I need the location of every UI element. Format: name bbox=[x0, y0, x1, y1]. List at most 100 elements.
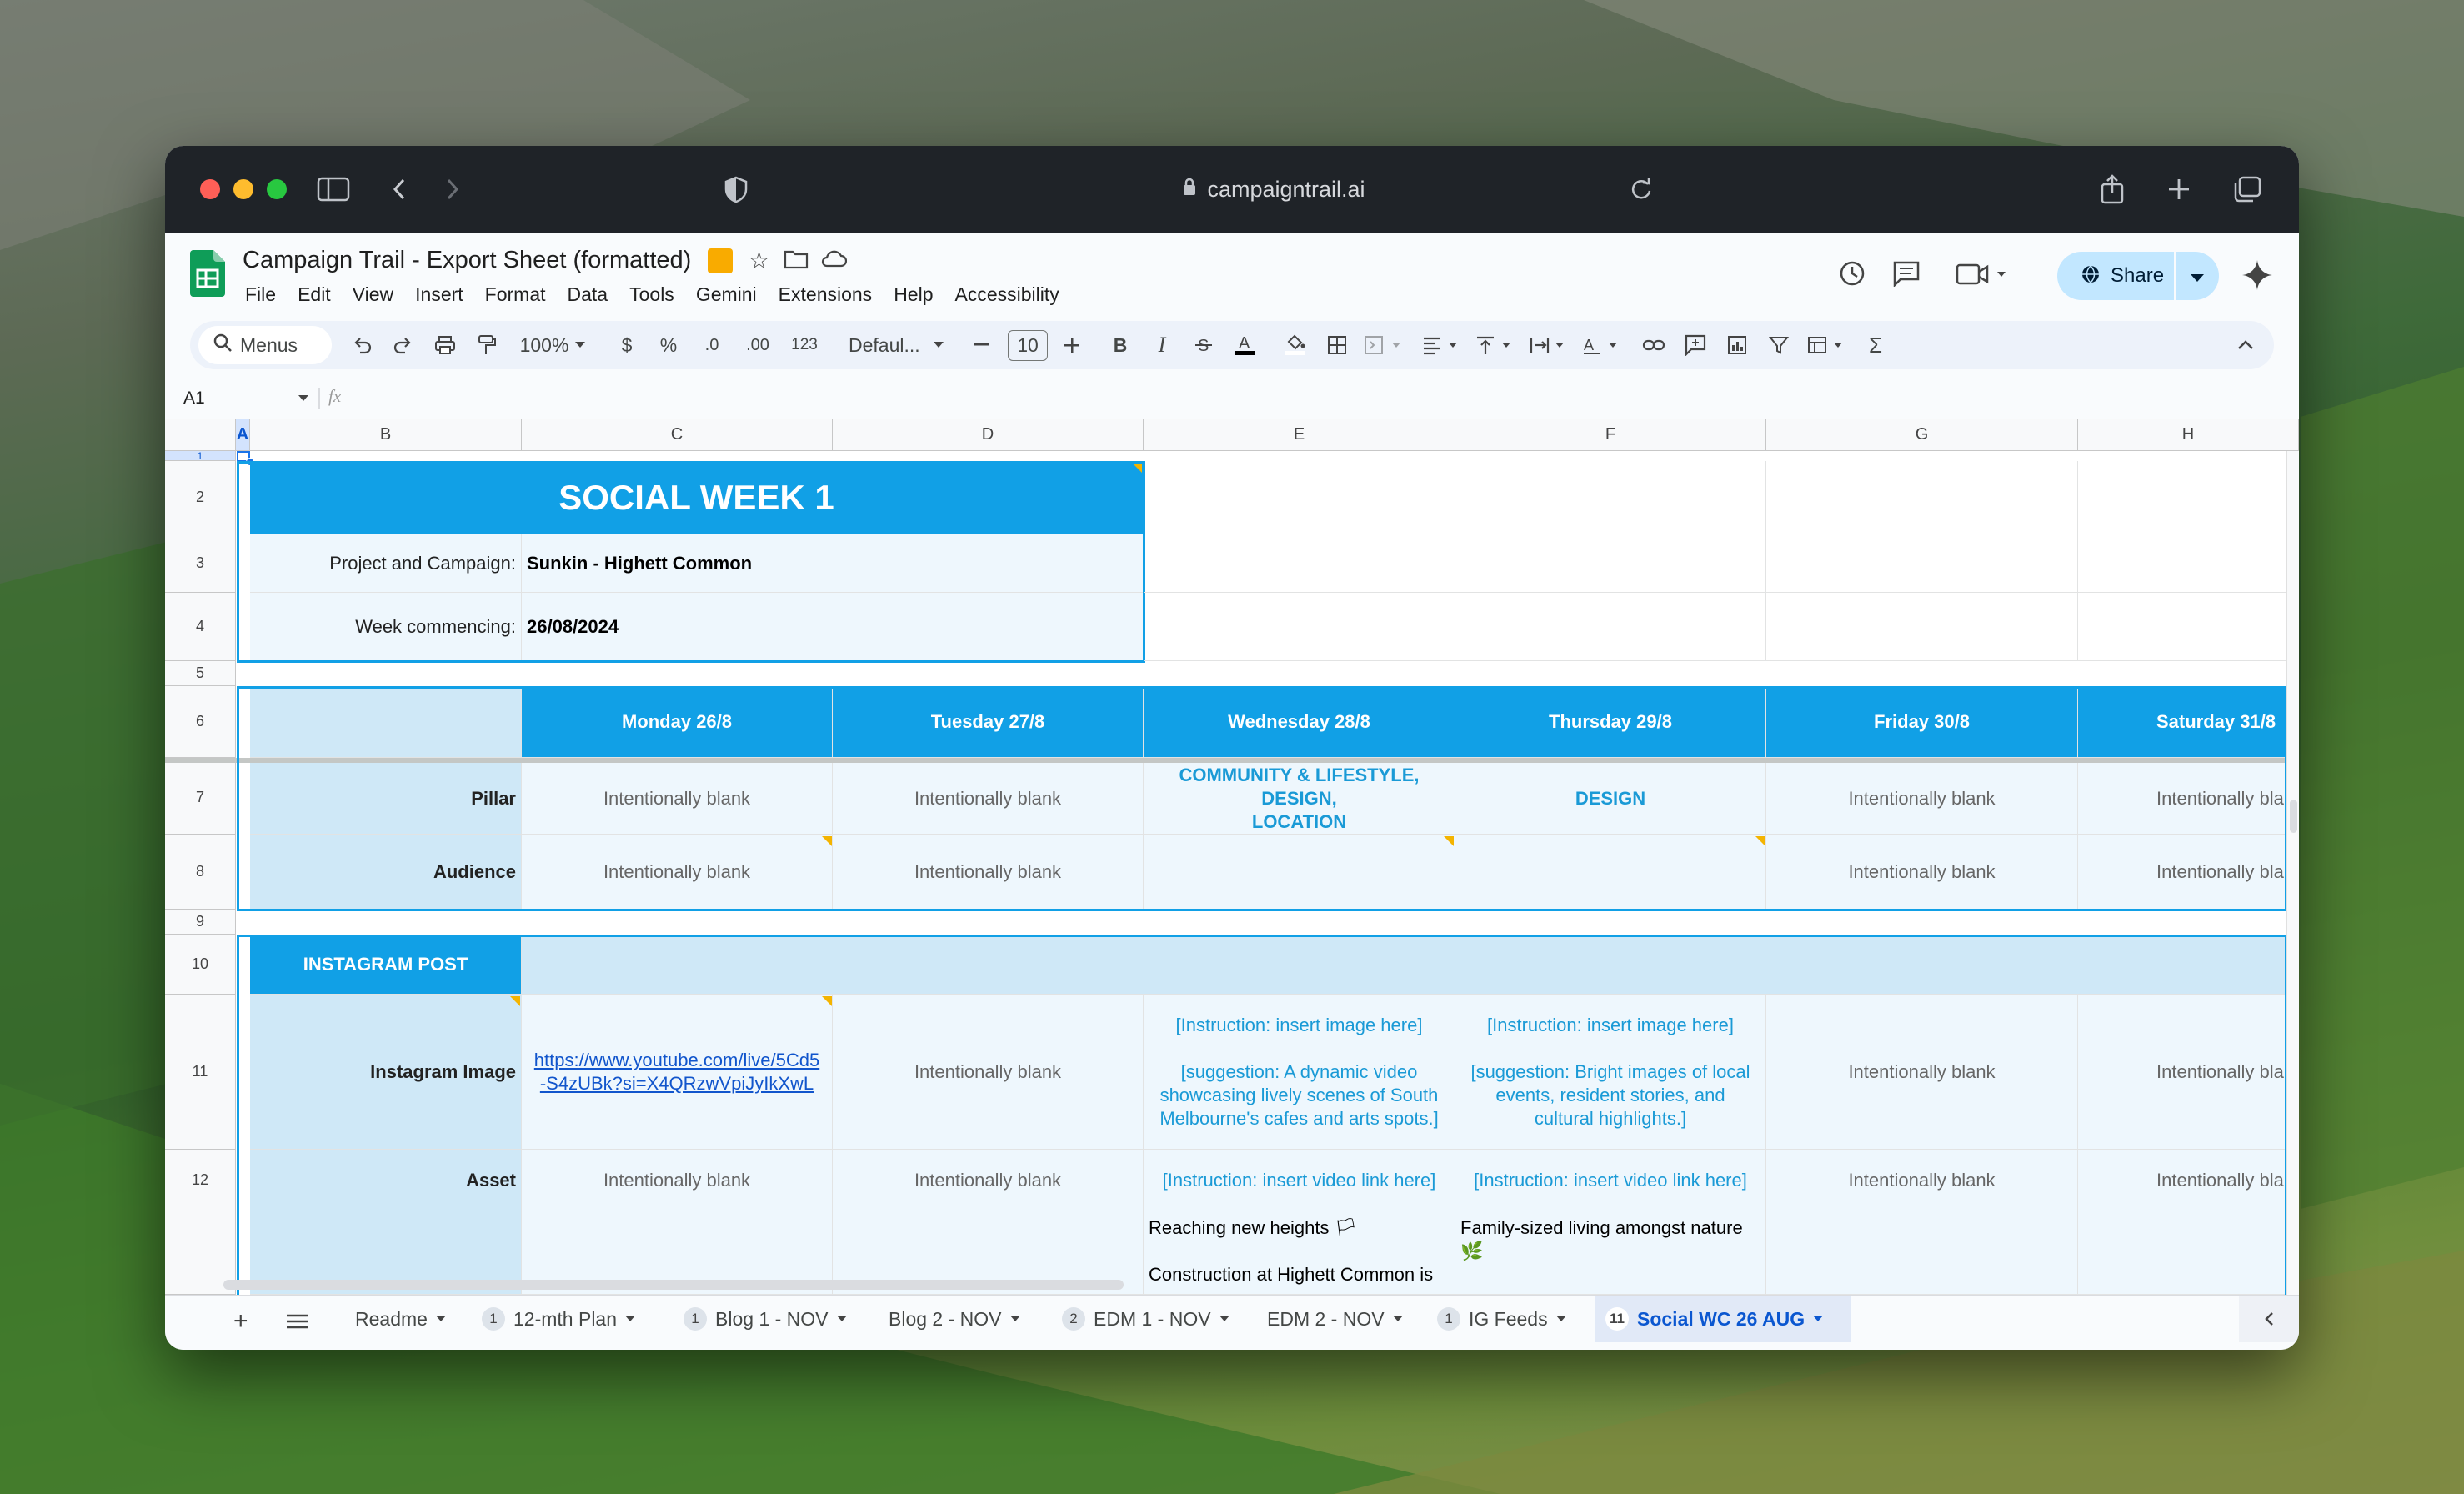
functions-icon[interactable]: Σ bbox=[1859, 321, 1892, 369]
column-header-a[interactable]: A bbox=[236, 419, 250, 451]
tab-overview-icon[interactable] bbox=[2231, 169, 2264, 209]
sheet-tab-blog-2-nov[interactable]: Blog 2 - NOV bbox=[889, 1296, 1020, 1342]
vertical-scrollbar[interactable] bbox=[2286, 451, 2299, 1295]
cell-h3[interactable] bbox=[2078, 534, 2286, 593]
menu-tools[interactable]: Tools bbox=[629, 283, 674, 306]
menu-format[interactable]: Format bbox=[485, 283, 546, 306]
menu-help[interactable]: Help bbox=[894, 283, 933, 306]
star-icon[interactable]: ☆ bbox=[749, 247, 769, 274]
cell-g2[interactable] bbox=[1766, 461, 2078, 534]
select-all-corner[interactable] bbox=[165, 419, 236, 451]
minimize-window-button[interactable] bbox=[233, 179, 253, 199]
sidebar-toggle-icon[interactable] bbox=[315, 169, 352, 209]
day-header-blank[interactable] bbox=[250, 686, 522, 758]
audience-label[interactable]: Audience bbox=[250, 835, 522, 910]
font-size-decrease-icon[interactable] bbox=[967, 321, 997, 369]
sheet-tab-blog-1-nov[interactable]: 1 Blog 1 - NOV bbox=[684, 1296, 847, 1342]
project-value[interactable]: Sunkin - Highett Common bbox=[522, 534, 1144, 593]
row-header-6[interactable]: 6 bbox=[165, 686, 236, 758]
merge-cells-icon[interactable] bbox=[1360, 321, 1407, 369]
sheet-tab-edm-1-nov[interactable]: 2 EDM 1 - NOV bbox=[1062, 1296, 1229, 1342]
move-folder-icon[interactable] bbox=[784, 248, 809, 274]
asset-label[interactable]: Asset bbox=[250, 1150, 522, 1211]
pillar-wednesday[interactable]: COMMUNITY & LIFESTYLE, DESIGN, LOCATION bbox=[1144, 763, 1455, 835]
menu-data[interactable]: Data bbox=[568, 283, 608, 306]
name-box[interactable]: A1 bbox=[183, 386, 308, 411]
menu-extensions[interactable]: Extensions bbox=[779, 283, 873, 306]
column-header-f[interactable]: F bbox=[1455, 419, 1766, 451]
collapse-toolbar-icon[interactable] bbox=[2229, 321, 2262, 369]
close-window-button[interactable] bbox=[200, 179, 220, 199]
audience-saturday[interactable]: Intentionally blank bbox=[2078, 835, 2286, 910]
instagram-image-saturday[interactable]: Intentionally blank bbox=[2078, 995, 2286, 1150]
row-header-2[interactable]: 2 bbox=[165, 461, 236, 534]
column-header-d[interactable]: D bbox=[833, 419, 1144, 451]
instagram-post-band[interactable] bbox=[522, 935, 2286, 995]
reload-icon[interactable] bbox=[1627, 169, 1655, 209]
cell-g4[interactable] bbox=[1766, 593, 2078, 661]
cell-f4[interactable] bbox=[1455, 593, 1766, 661]
new-tab-icon[interactable] bbox=[2164, 169, 2194, 209]
cell-h4[interactable] bbox=[2078, 593, 2286, 661]
filter-icon[interactable] bbox=[1762, 321, 1795, 369]
row-header-5[interactable]: 5 bbox=[165, 661, 236, 686]
menu-insert[interactable]: Insert bbox=[415, 283, 463, 306]
audience-monday[interactable]: Intentionally blank bbox=[522, 835, 833, 910]
asset-friday[interactable]: Intentionally blank bbox=[1766, 1150, 2078, 1211]
cell-f2[interactable] bbox=[1455, 461, 1766, 534]
increase-decimal-button[interactable]: .00 bbox=[737, 321, 779, 369]
version-history-icon[interactable] bbox=[1837, 258, 1867, 293]
forward-icon[interactable] bbox=[440, 169, 465, 209]
comments-icon[interactable] bbox=[1892, 260, 1921, 291]
day-header-thursday[interactable]: Thursday 29/8 bbox=[1455, 686, 1766, 758]
instagram-image-label[interactable]: Instagram Image bbox=[250, 995, 522, 1150]
day-header-friday[interactable]: Friday 30/8 bbox=[1766, 686, 2078, 758]
day-header-saturday[interactable]: Saturday 31/8 bbox=[2078, 686, 2286, 758]
vertical-scroll-thumb[interactable] bbox=[2290, 800, 2297, 833]
asset-tuesday[interactable]: Intentionally blank bbox=[833, 1150, 1144, 1211]
sheet-tab-readme[interactable]: Readme bbox=[355, 1296, 446, 1342]
column-header-g[interactable]: G bbox=[1766, 419, 2078, 451]
cell-f3[interactable] bbox=[1455, 534, 1766, 593]
search-menus-input[interactable]: Menus bbox=[198, 326, 332, 364]
week-value[interactable]: 26/08/2024 bbox=[522, 593, 1144, 661]
sheet-explorer-icon[interactable] bbox=[2239, 1296, 2299, 1342]
horizontal-scroll-thumb[interactable] bbox=[223, 1280, 1124, 1290]
audience-thursday[interactable] bbox=[1455, 835, 1766, 910]
cell-e3[interactable] bbox=[1144, 534, 1455, 593]
formula-input[interactable] bbox=[365, 384, 2274, 413]
font-select[interactable]: Defaul... bbox=[839, 321, 955, 369]
italic-button[interactable]: I bbox=[1145, 321, 1179, 369]
address-bar[interactable]: campaigntrail.ai bbox=[1136, 171, 1411, 208]
cell-h2[interactable] bbox=[2078, 461, 2286, 534]
row-header-10[interactable]: 10 bbox=[165, 935, 236, 995]
insert-chart-icon[interactable] bbox=[1720, 321, 1754, 369]
text-rotation-icon[interactable]: A bbox=[1579, 321, 1625, 369]
more-formats-button[interactable]: 123 bbox=[784, 321, 825, 369]
sheets-logo-icon[interactable] bbox=[190, 250, 225, 297]
vertical-align-icon[interactable] bbox=[1472, 321, 1519, 369]
share-button[interactable]: Share bbox=[2057, 252, 2219, 300]
cell-e2[interactable] bbox=[1144, 461, 1455, 534]
privacy-shield-icon[interactable] bbox=[722, 169, 750, 209]
text-wrapping-icon[interactable] bbox=[1525, 321, 1572, 369]
maximize-window-button[interactable] bbox=[267, 179, 287, 199]
menu-gemini[interactable]: Gemini bbox=[696, 283, 757, 306]
back-icon[interactable] bbox=[387, 169, 412, 209]
audience-wednesday[interactable] bbox=[1144, 835, 1455, 910]
borders-icon[interactable] bbox=[1320, 321, 1354, 369]
day-header-monday[interactable]: Monday 26/8 bbox=[522, 686, 833, 758]
asset-monday[interactable]: Intentionally blank bbox=[522, 1150, 833, 1211]
row-header-7[interactable]: 7 bbox=[165, 761, 236, 835]
pillar-friday[interactable]: Intentionally blank bbox=[1766, 763, 2078, 835]
zoom-select[interactable]: 100% bbox=[507, 321, 598, 369]
asset-saturday[interactable]: Intentionally blank bbox=[2078, 1150, 2286, 1211]
percent-format-button[interactable]: % bbox=[654, 321, 684, 369]
menu-file[interactable]: File bbox=[245, 283, 276, 306]
menu-edit[interactable]: Edit bbox=[298, 283, 331, 306]
sheet-tab-ig-feeds[interactable]: 1 IG Feeds bbox=[1437, 1296, 1566, 1342]
column-header-b[interactable]: B bbox=[250, 419, 522, 451]
insert-link-icon[interactable] bbox=[1637, 321, 1670, 369]
fill-color-icon[interactable] bbox=[1279, 321, 1312, 369]
audience-tuesday[interactable]: Intentionally blank bbox=[833, 835, 1144, 910]
